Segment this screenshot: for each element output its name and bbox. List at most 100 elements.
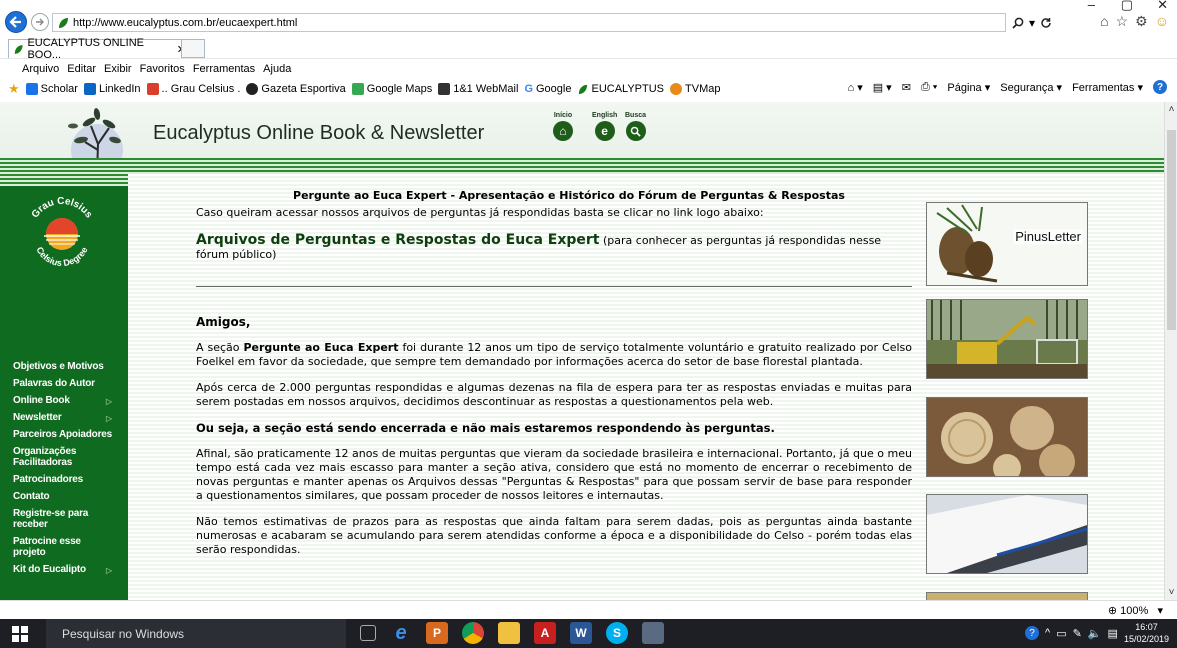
favorite-linkedin[interactable]: LinkedIn (83, 83, 141, 95)
zoom-icon: ⊕ (1107, 605, 1118, 617)
sidebar-item-palavras[interactable]: Palavras do Autor (0, 375, 128, 392)
home-icon: ⌂ (553, 121, 573, 141)
nav-english[interactable]: English e (592, 112, 617, 141)
address-bar[interactable]: http://www.eucalyptus.com.br/eucaexpert.… (52, 13, 1006, 32)
sidebar-item-patrocinadores[interactable]: Patrocinadores (0, 471, 128, 488)
favorite-eucalyptus[interactable]: EUCALYPTUS (577, 83, 664, 95)
pinusletter-banner[interactable]: PinusLetter (926, 202, 1088, 286)
menu-bar: Arquivo Editar Exibir Favoritos Ferramen… (0, 58, 1177, 78)
sidebar-item-newsletter[interactable]: Newsletter ▷ (0, 409, 128, 426)
scroll-thumb[interactable] (1167, 130, 1176, 330)
favorite-gazeta[interactable]: Gazeta Esportiva (246, 83, 346, 95)
favorite-tvmap[interactable]: TVMap (670, 83, 721, 95)
windows-start-icon[interactable] (12, 626, 28, 642)
favorite-label: Gazeta Esportiva (261, 83, 346, 95)
favorite-webmail[interactable]: 1&1 WebMail (438, 83, 518, 95)
sidebar-item-organizacoes[interactable]: Organizações Facilitadoras (0, 443, 128, 471)
webmail-icon (438, 83, 451, 95)
smiley-icon[interactable]: ☺ (1155, 13, 1169, 30)
favorites-star-icon[interactable]: ★ (8, 81, 20, 97)
help-tray-icon[interactable]: ? (1025, 626, 1040, 640)
search-icon[interactable] (1012, 17, 1024, 29)
favorite-google-maps[interactable]: Google Maps (351, 83, 432, 95)
minimize-button[interactable]: – (1088, 0, 1095, 12)
search-dropdown-icon[interactable]: ▾ (1029, 16, 1035, 30)
task-view-icon[interactable] (360, 625, 376, 641)
gear-icon[interactable]: ⚙ (1135, 13, 1148, 30)
skype-icon[interactable]: S (606, 622, 628, 644)
browser-right-icons: ⌂ ☆ ⚙ ☺ (1100, 13, 1169, 30)
volume-icon[interactable]: 🔈 (1088, 627, 1102, 640)
refresh-icon[interactable] (1040, 17, 1052, 29)
file-explorer-icon[interactable] (498, 622, 520, 644)
close-window-button[interactable]: ✕ (1157, 0, 1168, 12)
favorite-grau-celsius[interactable]: .. Grau Celsius . (146, 83, 240, 95)
home-dropdown-icon[interactable]: ⌂ ▾ (848, 81, 863, 94)
app-icon[interactable] (642, 622, 664, 644)
favorite-label: LinkedIn (98, 83, 141, 95)
sidebar-item-patrocine[interactable]: Patrocine esse projeto (0, 533, 128, 561)
chevron-up-icon[interactable]: ^ (1045, 627, 1050, 639)
paper-photo (927, 495, 1088, 573)
archive-link[interactable]: Arquivos de Perguntas e Respostas do Euc… (196, 233, 912, 262)
content-intro: Caso queiram acessar nossos arquivos de … (196, 206, 764, 219)
sidebar-item-kit[interactable]: Kit do Eucalipto ▷ (0, 561, 128, 578)
acrobat-icon[interactable]: A (534, 622, 556, 644)
mail-icon[interactable]: ✉ (902, 81, 911, 94)
back-button[interactable] (5, 11, 27, 33)
taskbar-search[interactable]: Pesquisar no Windows (46, 619, 346, 648)
clock[interactable]: 16:07 15/02/2019 (1124, 621, 1169, 645)
scroll-up-icon[interactable]: ˄ (1165, 104, 1177, 115)
star-icon[interactable]: ☆ (1116, 13, 1129, 30)
tools-menu[interactable]: Ferramentas ▾ (1072, 81, 1143, 94)
network-icon[interactable]: ▭ (1056, 627, 1066, 640)
new-tab-button[interactable] (181, 39, 205, 58)
menu-editar[interactable]: Editar (67, 63, 96, 75)
zoom-control[interactable]: ⊕ 100% ▾ (1108, 604, 1163, 617)
maximize-button[interactable]: ▢ (1121, 0, 1133, 12)
sidebar-item-contato[interactable]: Contato (0, 488, 128, 505)
sidebar-item-parceiros[interactable]: Parceiros Apoiadores (0, 426, 128, 443)
nav-busca[interactable]: Busca (625, 112, 646, 141)
notification-icon[interactable]: ▤ (1108, 627, 1118, 640)
favorite-google[interactable]: G Google (524, 83, 571, 95)
linkedin-icon (83, 83, 96, 95)
zoom-dropdown-icon[interactable]: ▾ (1151, 605, 1163, 617)
sidebar-item-online-book[interactable]: Online Book ▷ (0, 392, 128, 409)
nav-inicio[interactable]: Início ⌂ (553, 112, 573, 141)
menu-favoritos[interactable]: Favoritos (140, 63, 185, 75)
taskbar-search-text[interactable]: Pesquisar no Windows (62, 627, 184, 641)
security-menu[interactable]: Segurança ▾ (1000, 81, 1062, 94)
powerpoint-icon[interactable]: P (426, 622, 448, 644)
page-menu[interactable]: Página ▾ (947, 81, 990, 94)
pen-icon[interactable]: ✎ (1073, 627, 1082, 640)
forward-arrow-icon (36, 18, 44, 26)
menu-arquivo[interactable]: Arquivo (22, 63, 59, 75)
chrome-icon[interactable] (462, 622, 484, 644)
menu-ajuda[interactable]: Ajuda (263, 63, 291, 75)
scroll-down-icon[interactable]: ˅ (1165, 587, 1177, 598)
tab-eucalyptus[interactable]: EUCALYPTUS ONLINE BOO... ✕ (8, 37, 205, 61)
sidebar-item-objetivos[interactable]: Objetivos e Motivos (0, 358, 128, 375)
sidebar-item-registre[interactable]: Registre-se para receber (0, 505, 128, 533)
logs-image (926, 397, 1088, 482)
address-url[interactable]: http://www.eucalyptus.com.br/eucaexpert.… (73, 17, 297, 29)
menu-ferramentas[interactable]: Ferramentas (193, 63, 255, 75)
status-bar: ⊕ 100% ▾ (0, 600, 1177, 619)
sidebar-item-label: Organizações Facilitadoras (13, 446, 77, 468)
archive-link-title[interactable]: Arquivos de Perguntas e Respostas do Euc… (196, 232, 600, 248)
internet-explorer-icon[interactable]: e (390, 622, 412, 644)
favorite-scholar[interactable]: Scholar (25, 83, 78, 95)
home-icon[interactable]: ⌂ (1100, 13, 1108, 30)
feeds-dropdown-icon[interactable]: ▤ ▾ (873, 81, 892, 94)
paper-rolls-image (926, 494, 1088, 574)
help-icon[interactable]: ? (1153, 80, 1167, 94)
word-icon[interactable]: W (570, 622, 592, 644)
print-dropdown-icon[interactable]: ⎙ ▾ (921, 81, 937, 94)
menu-exibir[interactable]: Exibir (104, 63, 132, 75)
forward-button[interactable] (31, 13, 49, 31)
sidebar-item-label: Registre-se para receber (13, 508, 89, 530)
content-title: Pergunte ao Euca Expert - Apresentação e… (293, 189, 845, 202)
vertical-scrollbar[interactable]: ˄ ˅ (1164, 102, 1177, 600)
back-arrow-icon (9, 16, 21, 28)
